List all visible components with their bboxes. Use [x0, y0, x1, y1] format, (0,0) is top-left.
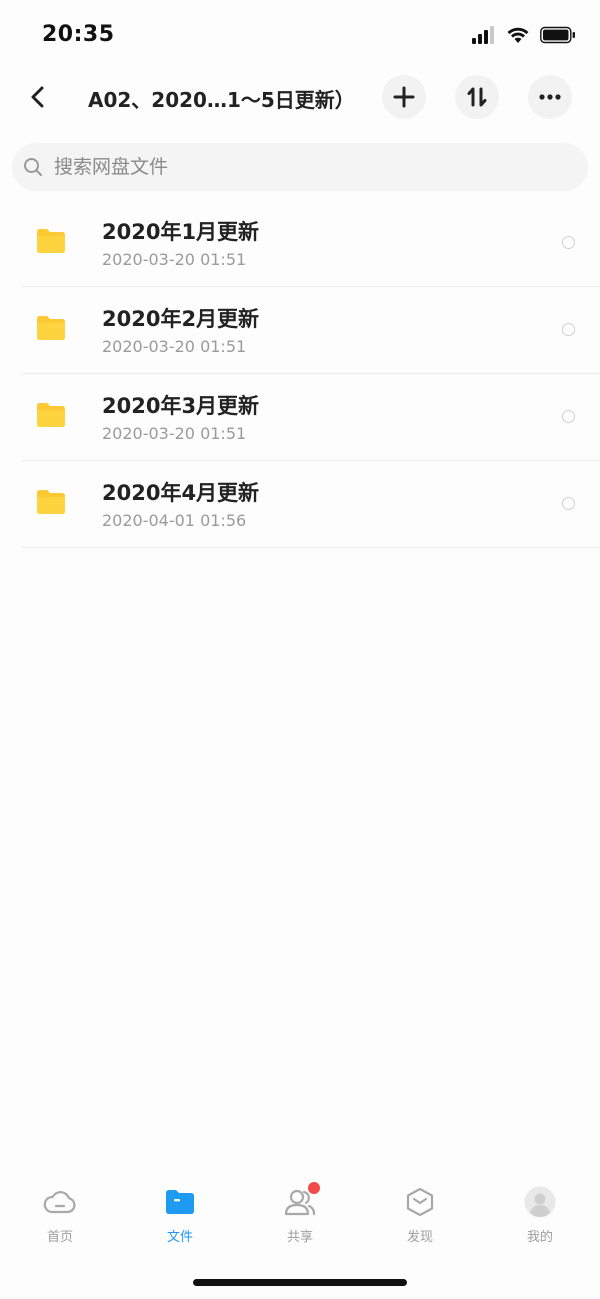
tab-discover[interactable]: 发现: [360, 1186, 480, 1250]
select-checkbox[interactable]: [562, 410, 575, 423]
notification-badge: [308, 1182, 320, 1194]
sort-button[interactable]: [455, 75, 499, 119]
tab-files[interactable]: 文件: [120, 1186, 240, 1250]
search-input[interactable]: [52, 155, 536, 179]
back-button[interactable]: [22, 80, 52, 114]
cloud-icon: [42, 1186, 78, 1218]
wifi-icon: [507, 27, 529, 43]
home-indicator: [193, 1279, 407, 1286]
status-time: 20:35: [42, 22, 115, 47]
folder-icon: [37, 490, 65, 514]
tab-label: 发现: [406, 1230, 433, 1245]
tab-me[interactable]: 我的: [480, 1186, 600, 1250]
tab-label: 我的: [526, 1230, 553, 1245]
plus-icon: [393, 86, 415, 108]
status-bar: 20:35: [0, 0, 600, 70]
tab-label: 共享: [286, 1230, 313, 1245]
people-icon: [282, 1182, 320, 1218]
search-icon: [22, 156, 44, 178]
avatar-icon: [522, 1186, 558, 1218]
battery-icon: [540, 26, 575, 44]
folder-icon: [162, 1186, 198, 1218]
file-row-4[interactable]: 2020年4月更新 2020-04-01 01:56: [22, 461, 600, 548]
file-name: 2020年4月更新: [102, 481, 260, 505]
tab-home[interactable]: 首页: [0, 1186, 120, 1250]
folder-icon: [37, 316, 65, 340]
select-checkbox[interactable]: [562, 497, 575, 510]
file-date: 2020-04-01 01:56: [102, 511, 247, 530]
tab-label: 文件: [166, 1230, 193, 1245]
file-row-2[interactable]: 2020年2月更新 2020-03-20 01:51: [22, 287, 600, 374]
file-row-1[interactable]: 2020年1月更新 2020-03-20 01:51: [22, 200, 600, 287]
more-button[interactable]: [528, 75, 572, 119]
file-name: 2020年1月更新: [102, 220, 260, 244]
file-date: 2020-03-20 01:51: [102, 337, 247, 356]
signal-icon: [472, 26, 494, 44]
sort-arrows-icon: [467, 87, 487, 107]
tab-label: 首页: [46, 1230, 73, 1245]
tab-share[interactable]: 共享: [240, 1182, 360, 1250]
more-dots-icon: [539, 94, 561, 100]
file-date: 2020-03-20 01:51: [102, 250, 247, 269]
status-icons: [472, 26, 576, 44]
select-checkbox[interactable]: [562, 236, 575, 249]
chevron-left-icon: [31, 86, 44, 108]
file-name: 2020年3月更新: [102, 394, 260, 418]
folder-icon: [37, 403, 65, 427]
folder-icon: [37, 229, 65, 253]
search-bar[interactable]: [12, 143, 588, 191]
add-button[interactable]: [382, 75, 426, 119]
file-date: 2020-03-20 01:51: [102, 424, 247, 443]
file-list: 2020年1月更新 2020-03-20 01:51 2020年2月更新 202…: [0, 200, 600, 548]
file-name: 2020年2月更新: [102, 307, 260, 331]
select-checkbox[interactable]: [562, 323, 575, 336]
hexagon-icon: [402, 1186, 438, 1218]
nav-bar: A02、2020…1～5日更新）: [0, 72, 600, 122]
tab-bar: 首页 文件 共享 发现 我的: [0, 1180, 600, 1250]
file-row-3[interactable]: 2020年3月更新 2020-03-20 01:51: [22, 374, 600, 461]
page-title: A02、2020…1～5日更新）: [88, 88, 355, 112]
